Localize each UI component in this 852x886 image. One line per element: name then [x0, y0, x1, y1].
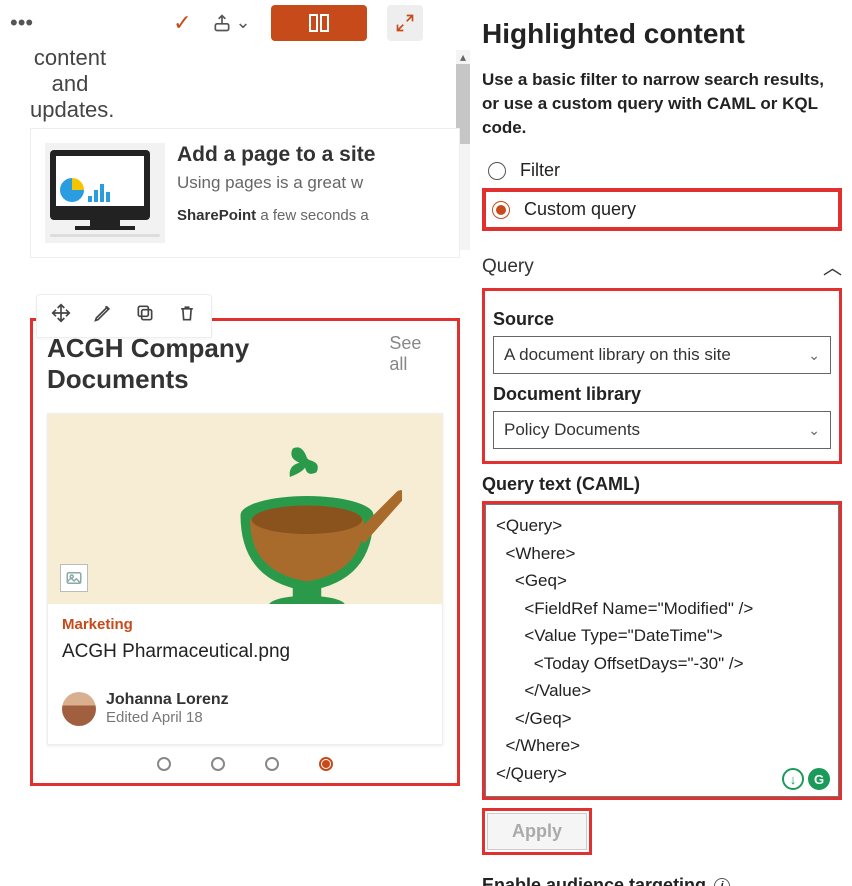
- chevron-down-icon: ⌄: [236, 12, 251, 33]
- share-button[interactable]: ⌄: [212, 12, 251, 33]
- custom-query-radio-label: Custom query: [524, 199, 636, 220]
- filter-radio-row[interactable]: Filter: [482, 153, 842, 188]
- approve-icon[interactable]: ✓: [173, 10, 191, 36]
- custom-query-radio[interactable]: [492, 201, 510, 219]
- highlighted-content-webpart[interactable]: ACGH Company Documents See all: [39, 327, 451, 777]
- collapse-panel-button[interactable]: [387, 5, 423, 41]
- image-file-icon: [60, 564, 88, 592]
- source-value: A document library on this site: [504, 345, 731, 365]
- carousel-dot[interactable]: [211, 757, 225, 771]
- grammarly-badges: ↓G: [782, 768, 830, 790]
- document-title: ACGH Pharmaceutical.png: [62, 641, 428, 663]
- see-all-link[interactable]: See all: [389, 333, 443, 375]
- move-icon[interactable]: [51, 303, 71, 329]
- carousel-dot[interactable]: [157, 757, 171, 771]
- query-section-header[interactable]: Query ︿: [482, 253, 842, 280]
- more-actions-icon[interactable]: •••: [10, 19, 33, 27]
- source-select[interactable]: A document library on this site ⌄: [493, 336, 831, 374]
- columns-icon: [309, 14, 329, 32]
- news-meta: SharePoint a few seconds a: [177, 207, 375, 224]
- document-category: Marketing: [62, 616, 428, 633]
- author-avatar: [62, 692, 96, 726]
- webpart-editor-toolbar: [36, 294, 212, 338]
- news-title: Add a page to a site: [177, 143, 375, 167]
- caml-query-textarea[interactable]: <Query> <Where> <Geq> <FieldRef Name="Mo…: [485, 504, 839, 797]
- news-body: Using pages is a great w: [177, 173, 375, 193]
- chevron-down-icon: ⌄: [808, 347, 820, 364]
- filter-radio[interactable]: [488, 162, 506, 180]
- source-label: Source: [493, 309, 831, 330]
- news-item-card[interactable]: Add a page to a site Using pages is a gr…: [30, 128, 460, 258]
- panel-title: Highlighted content: [482, 18, 842, 50]
- document-library-value: Policy Documents: [504, 420, 640, 440]
- edited-date: Edited April 18: [106, 709, 229, 726]
- custom-query-radio-row[interactable]: Custom query: [486, 192, 838, 227]
- carousel-dot-active[interactable]: [319, 757, 333, 771]
- carousel-dots: [47, 757, 443, 771]
- document-library-label: Document library: [493, 384, 831, 405]
- layout-columns-button[interactable]: [271, 5, 367, 41]
- apply-button[interactable]: Apply: [487, 813, 587, 850]
- grammarly-icon[interactable]: ↓: [782, 768, 804, 790]
- duplicate-icon[interactable]: [135, 303, 155, 329]
- panel-description: Use a basic filter to narrow search resu…: [482, 68, 842, 139]
- author-name: Johanna Lorenz: [106, 691, 229, 709]
- edit-icon[interactable]: [93, 303, 113, 329]
- chevron-up-icon: ︿: [823, 253, 842, 280]
- caml-query-text: <Query> <Where> <Geq> <FieldRef Name="Mo…: [496, 516, 753, 783]
- carousel-dot[interactable]: [265, 757, 279, 771]
- webpart-title: ACGH Company Documents: [47, 333, 389, 395]
- caml-label: Query text (CAML): [482, 474, 842, 495]
- truncated-text: content and updates.: [30, 45, 110, 123]
- document-library-select[interactable]: Policy Documents ⌄: [493, 411, 831, 449]
- document-card[interactable]: Marketing ACGH Pharmaceutical.png Johann…: [47, 413, 443, 745]
- filter-radio-label: Filter: [520, 160, 560, 181]
- document-preview-image: [212, 439, 402, 604]
- query-section-label: Query: [482, 256, 534, 278]
- chevron-down-icon: ⌄: [808, 422, 820, 439]
- grammarly-icon[interactable]: G: [808, 768, 830, 790]
- audience-targeting-label: Enable audience targeting i: [482, 875, 842, 886]
- info-icon[interactable]: i: [714, 878, 730, 886]
- delete-icon[interactable]: [177, 303, 197, 329]
- news-thumbnail: [45, 143, 165, 243]
